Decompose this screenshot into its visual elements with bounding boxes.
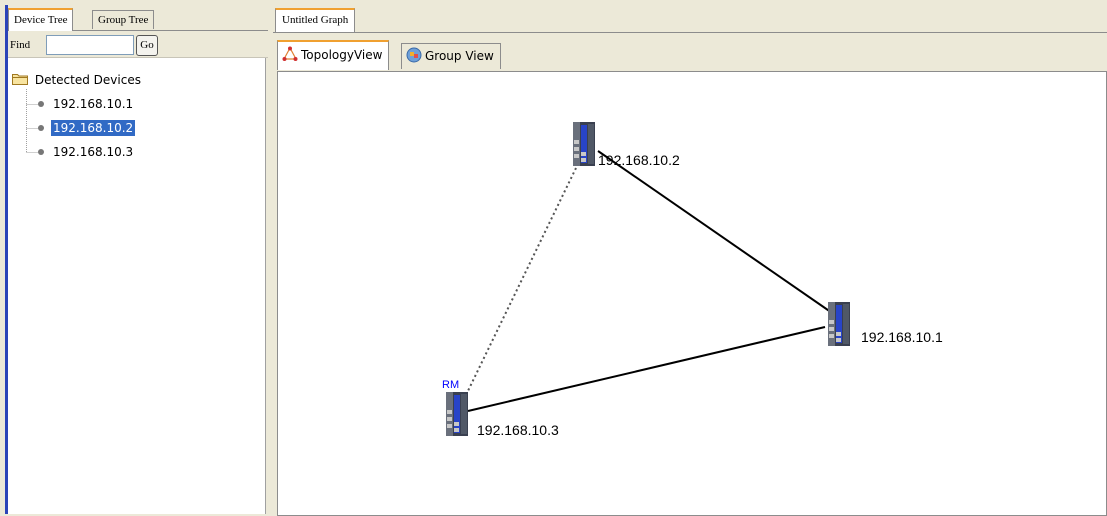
topology-canvas[interactable]: 192.168.10.2 192.168.10.1 RM 192.168.10.…: [277, 71, 1107, 516]
switch-icon: [573, 122, 595, 166]
tab-untitled-graph[interactable]: Untitled Graph: [275, 8, 356, 32]
find-label: Find: [10, 39, 31, 51]
tree-item-device-1[interactable]: 192.168.10.1: [38, 95, 135, 113]
graph-panel: Untitled Graph TopologyView Group View 1…: [273, 5, 1107, 516]
topology-graph[interactable]: 192.168.10.2 192.168.10.1 RM 192.168.10.…: [278, 72, 1106, 515]
rm-badge: RM: [442, 379, 459, 391]
tree-item-device-3[interactable]: 192.168.10.3: [38, 143, 135, 161]
device-node-icon: [38, 125, 44, 131]
go-button[interactable]: Go: [136, 35, 158, 56]
device-label-dev1: 192.168.10.1: [861, 329, 943, 345]
find-input[interactable]: [46, 35, 134, 55]
switch-icon: [446, 392, 468, 436]
group-view-icon: [406, 47, 422, 71]
switch-icon: [828, 302, 850, 346]
tree-root-label: Detected Devices: [34, 73, 141, 87]
graph-tab-divider: [273, 32, 1107, 33]
tab-group-view[interactable]: Group View: [401, 43, 501, 69]
tree-item-label: 192.168.10.1: [53, 97, 134, 111]
tab-topology-view-label: TopologyView: [301, 48, 383, 62]
device-node-dev2[interactable]: 192.168.10.2: [573, 122, 680, 168]
tree-item-device-2[interactable]: 192.168.10.2: [38, 119, 136, 137]
device-node-dev1[interactable]: 192.168.10.1: [828, 302, 943, 346]
device-node-icon: [38, 101, 44, 107]
link-dev2-dev3[interactable]: [465, 167, 577, 396]
tree-root-detected-devices[interactable]: Detected Devices: [12, 71, 141, 89]
device-tree-panel: Device Tree Group Tree Find Go Detected …: [5, 5, 268, 514]
tree-item-label: 192.168.10.3: [53, 145, 134, 159]
tab-topology-view[interactable]: TopologyView: [277, 40, 390, 71]
left-tab-bar: Device Tree Group Tree: [8, 8, 268, 31]
device-label-dev2: 192.168.10.2: [598, 152, 680, 168]
device-node-dev3[interactable]: RM 192.168.10.3: [442, 379, 559, 438]
link-dev1-dev3[interactable]: [467, 326, 826, 412]
tab-group-tree[interactable]: Group Tree: [92, 10, 155, 29]
tree-item-label: 192.168.10.2: [51, 120, 136, 136]
tab-device-tree[interactable]: Device Tree: [8, 8, 74, 31]
link-dev2-dev1[interactable]: [597, 150, 839, 318]
device-tree: Detected Devices 192.168.10.1 192.168.10…: [8, 58, 266, 514]
device-node-icon: [38, 149, 44, 155]
tab-group-view-label: Group View: [425, 49, 494, 63]
folder-icon: [12, 72, 28, 85]
find-bar: Find Go: [8, 33, 268, 58]
view-tab-bar: TopologyView Group View: [277, 39, 1107, 71]
device-label-dev3: 192.168.10.3: [477, 422, 559, 438]
topology-icon: [282, 45, 298, 71]
